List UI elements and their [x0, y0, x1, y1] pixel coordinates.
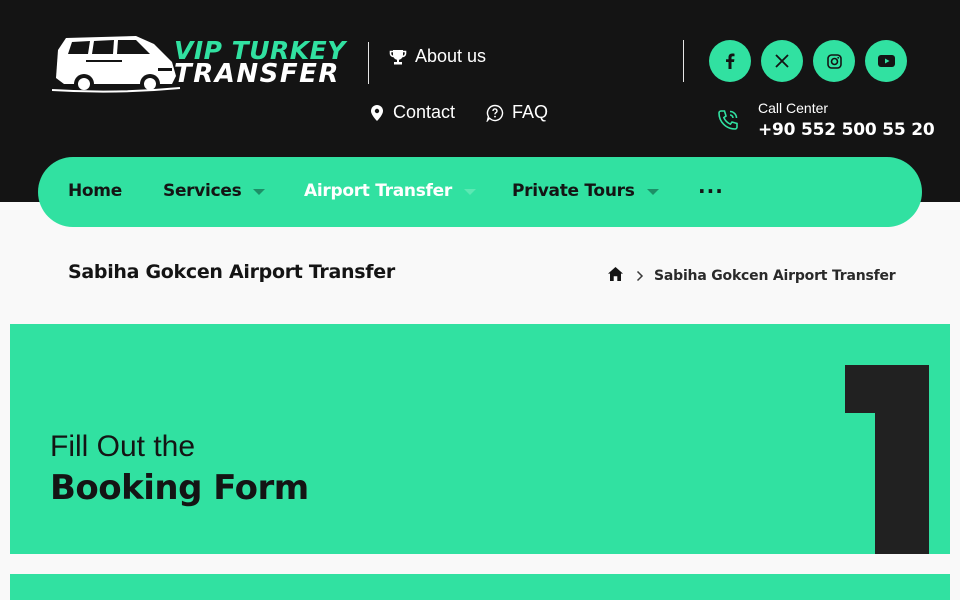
about-us-link[interactable]: About us [389, 46, 486, 67]
question-bubble-icon [486, 104, 504, 122]
caret-down-icon [463, 189, 476, 195]
instagram-button[interactable] [813, 40, 855, 82]
page-title: Sabiha Gokcen Airport Transfer [68, 261, 395, 283]
home-icon [608, 267, 623, 281]
divider [368, 42, 369, 84]
logo-text-bottom: TRANSFER [174, 59, 340, 89]
more-menu-button[interactable]: ··· [698, 179, 724, 203]
instagram-icon [826, 53, 842, 69]
youtube-icon [877, 55, 895, 67]
main-nav: Home Services Airport Transfer Private T… [38, 157, 922, 227]
youtube-button[interactable] [865, 40, 907, 82]
booking-step-card: Fill Out the Booking Form 1 [10, 324, 950, 554]
site-logo[interactable]: VIP TURKEY TRANSFER [52, 32, 345, 96]
step-title: Booking Form [50, 468, 309, 508]
breadcrumb: Sabiha Gokcen Airport Transfer [607, 266, 896, 286]
nav-item-label: Private Tours [512, 181, 635, 201]
contact-label: Contact [393, 102, 456, 122]
nav-item-label: Airport Transfer [304, 181, 452, 201]
caret-down-icon [646, 189, 659, 195]
nav-item-home[interactable]: Home [68, 181, 122, 201]
step-number: 1 [845, 365, 929, 554]
facebook-button[interactable] [709, 40, 751, 82]
breadcrumb-home-link[interactable] [607, 266, 624, 286]
phone-icon [718, 110, 738, 130]
faq-label: FAQ [512, 102, 549, 122]
call-center-number[interactable]: +90 552 500 55 20 [758, 120, 935, 140]
faq-link[interactable]: FAQ [486, 102, 548, 123]
breadcrumb-current: Sabiha Gokcen Airport Transfer [654, 268, 896, 284]
nav-item-airport-transfer[interactable]: Airport Transfer [304, 181, 476, 201]
contact-link[interactable]: Contact [369, 102, 455, 123]
caret-down-icon [253, 189, 266, 195]
divider [683, 40, 684, 82]
nav-item-services[interactable]: Services [163, 181, 266, 201]
van-logo-icon [52, 36, 181, 94]
chevron-right-icon [636, 270, 644, 282]
call-center-label: Call Center [758, 100, 829, 116]
facebook-icon [726, 53, 735, 69]
x-icon [775, 54, 789, 68]
nav-item-label: Home [68, 181, 122, 201]
trophy-icon [389, 49, 407, 64]
nav-item-private-tours[interactable]: Private Tours [512, 181, 659, 201]
x-twitter-button[interactable] [761, 40, 803, 82]
map-pin-icon [371, 104, 383, 121]
step-subtitle: Fill Out the [50, 430, 196, 463]
about-us-label: About us [415, 46, 487, 66]
nav-item-label: Services [163, 181, 242, 201]
next-step-card [10, 574, 950, 600]
